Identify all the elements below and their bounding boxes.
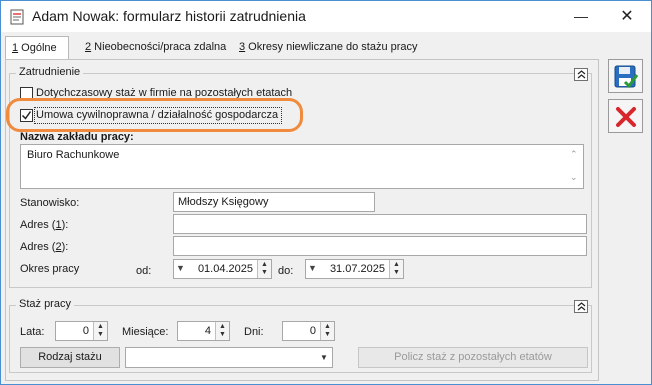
days-spinner[interactable]: ▲ ▼ bbox=[320, 322, 334, 340]
months-value: 4 bbox=[204, 325, 211, 337]
months-field[interactable]: 4 ▲ ▼ bbox=[177, 321, 230, 341]
workplace-memo[interactable]: Biuro Rachunkowe ⌃ ⌄ bbox=[20, 144, 584, 189]
history-form-window: Adam Nowak: formularz historii zatrudnie… bbox=[0, 0, 652, 385]
to-date-value: 31.07.2025 bbox=[329, 263, 385, 275]
close-button[interactable]: ✕ bbox=[605, 1, 649, 32]
tab-ogolne[interactable]: 1 Ogólne bbox=[5, 36, 69, 61]
years-value: 0 bbox=[82, 325, 89, 337]
to-label: do: bbox=[278, 265, 294, 277]
seniority-group: Staż pracy Lata: 0 ▲ ▼ Miesiące: 4 ▲ ▼ D… bbox=[9, 298, 592, 373]
spin-up-icon[interactable]: ▲ bbox=[324, 323, 331, 330]
scroll-down-icon[interactable]: ⌄ bbox=[570, 172, 578, 183]
title-bar: Adam Nowak: formularz historii zatrudnie… bbox=[1, 1, 651, 32]
employment-collapse-button[interactable] bbox=[574, 68, 588, 81]
from-label: od: bbox=[136, 265, 152, 277]
cancel-button[interactable] bbox=[608, 99, 643, 133]
window-title: Adam Nowak: formularz historii zatrudnie… bbox=[32, 8, 306, 24]
spin-down-icon[interactable]: ▼ bbox=[324, 331, 331, 338]
address1-label: Adres (1): bbox=[20, 219, 69, 231]
dropdown-arrow-icon[interactable]: ▼ bbox=[316, 348, 332, 367]
calc-staz-button[interactable]: Policz staż z pozostałych etatów bbox=[358, 347, 588, 368]
spin-down-icon[interactable]: ▼ bbox=[97, 331, 104, 338]
years-field[interactable]: 0 ▲ ▼ bbox=[55, 321, 108, 341]
spin-up-icon[interactable]: ▲ bbox=[97, 323, 104, 330]
spin-down-icon[interactable]: ▼ bbox=[261, 269, 268, 276]
seniority-group-label: Staż pracy bbox=[16, 298, 74, 310]
spin-up-icon[interactable]: ▲ bbox=[261, 261, 268, 268]
floppy-save-icon bbox=[614, 65, 639, 89]
from-date-value: 01.04.2025 bbox=[197, 263, 253, 275]
spin-down-icon[interactable]: ▼ bbox=[219, 331, 226, 338]
position-value: Młodszy Księgowy bbox=[178, 196, 269, 208]
years-spinner[interactable]: ▲ ▼ bbox=[93, 322, 107, 340]
save-button[interactable] bbox=[608, 59, 643, 93]
days-field[interactable]: 0 ▲ ▼ bbox=[282, 321, 335, 341]
memo-scrollbar[interactable]: ⌃ ⌄ bbox=[566, 146, 582, 187]
from-date-spinner[interactable]: ▲ ▼ bbox=[257, 260, 271, 278]
position-label: Stanowisko: bbox=[20, 197, 80, 209]
highlight-annotation bbox=[6, 98, 303, 132]
to-date-spinner[interactable]: ▲ ▼ bbox=[389, 260, 403, 278]
date-dropdown-icon[interactable]: ▼ bbox=[176, 263, 185, 273]
seniority-collapse-button[interactable] bbox=[574, 300, 588, 313]
months-spinner[interactable]: ▲ ▼ bbox=[215, 322, 229, 340]
employment-group-label: Zatrudnienie bbox=[16, 66, 84, 78]
spin-up-icon[interactable]: ▲ bbox=[219, 323, 226, 330]
chevron-up-double-icon bbox=[577, 302, 586, 311]
workplace-label: Nazwa zakładu pracy: bbox=[20, 131, 134, 143]
workplace-value: Biuro Rachunkowe bbox=[27, 149, 120, 161]
tab-nieobecnosci[interactable]: 2 Nieobecności/praca zdalna bbox=[79, 36, 232, 60]
address2-label: Adres (2): bbox=[20, 241, 69, 253]
to-date-field[interactable]: ▼ 31.07.2025 ▲ ▼ bbox=[305, 259, 404, 279]
minimize-button[interactable]: — bbox=[559, 1, 603, 32]
tab-okresy-niewliczane[interactable]: 3 Okresy niewliczane do stażu pracy bbox=[233, 36, 424, 60]
months-label: Miesiące: bbox=[122, 326, 169, 338]
spin-up-icon[interactable]: ▲ bbox=[393, 261, 400, 268]
staz-type-button[interactable]: Rodzaj stażu bbox=[20, 347, 120, 368]
position-field[interactable]: Młodszy Księgowy bbox=[173, 192, 375, 212]
period-label: Okres pracy bbox=[20, 263, 80, 275]
years-label: Lata: bbox=[20, 326, 45, 338]
address1-field[interactable] bbox=[173, 214, 587, 234]
form-app-icon bbox=[10, 9, 24, 25]
scroll-up-icon[interactable]: ⌃ bbox=[570, 149, 578, 160]
from-date-field[interactable]: ▼ 01.04.2025 ▲ ▼ bbox=[173, 259, 272, 279]
spin-down-icon[interactable]: ▼ bbox=[393, 269, 400, 276]
chevron-up-double-icon bbox=[577, 70, 586, 79]
address2-field[interactable] bbox=[173, 236, 587, 256]
days-value: 0 bbox=[309, 325, 316, 337]
date-dropdown-icon[interactable]: ▼ bbox=[308, 263, 317, 273]
days-label: Dni: bbox=[244, 326, 264, 338]
staz-type-combo[interactable]: ▼ bbox=[125, 347, 333, 368]
red-x-icon bbox=[616, 107, 636, 127]
